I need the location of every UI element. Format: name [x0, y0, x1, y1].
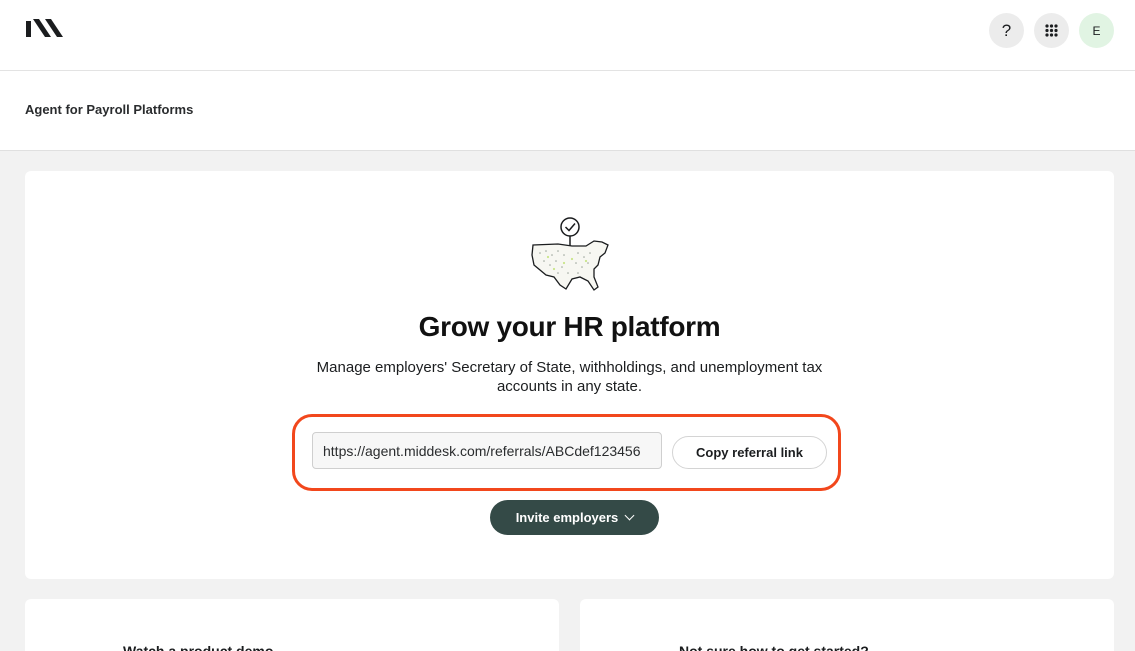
middesk-logo-icon[interactable] — [24, 17, 66, 39]
top-navigation-bar: ? E — [0, 0, 1135, 71]
us-map-checkmark-pin-icon — [531, 217, 609, 291]
invite-employers-button[interactable]: Invite employers — [490, 500, 659, 535]
hero-title: Grow your HR platform — [418, 311, 721, 342]
product-demo-title: Watch a product demo — [123, 643, 274, 651]
product-demo-card[interactable]: Watch a product demo — [25, 599, 559, 651]
user-avatar-button[interactable]: E — [1079, 13, 1114, 48]
help-icon: ? — [1001, 20, 1012, 40]
grid-dots-icon — [1045, 24, 1058, 37]
chevron-down-icon — [624, 510, 635, 521]
getting-started-card[interactable]: Not sure how to get started? — [580, 599, 1114, 651]
page-header: Agent for Payroll Platforms — [0, 71, 1135, 151]
apps-menu-button[interactable] — [1034, 13, 1069, 48]
referral-hero-card: Grow your HR platform Manage employers' … — [25, 171, 1114, 579]
hero-subtitle: Manage employers' Secretary of State, wi… — [316, 359, 823, 395]
referral-link-input[interactable] — [312, 432, 662, 469]
getting-started-title: Not sure how to get started? — [679, 643, 869, 651]
invite-employers-label: Invite employers — [515, 510, 619, 525]
header-actions: ? E — [989, 13, 1114, 48]
page-title: Agent for Payroll Platforms — [25, 102, 194, 117]
avatar-initial: E — [1092, 23, 1101, 38]
copy-referral-link-button[interactable]: Copy referral link — [672, 436, 827, 469]
help-button[interactable]: ? — [989, 13, 1024, 48]
